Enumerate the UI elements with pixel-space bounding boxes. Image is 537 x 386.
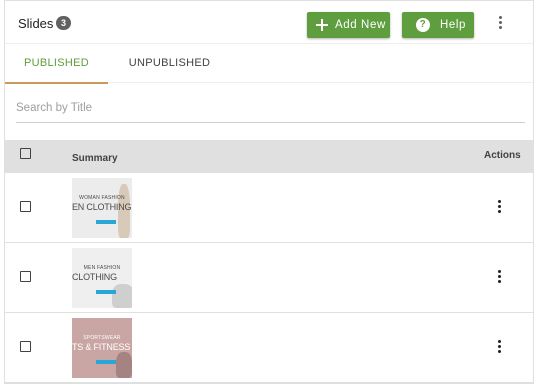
thumbnail-title: TS & FITNESS [72,342,131,352]
thumbnail-title: CLOTHING [72,272,117,282]
thumbnail-cta-button [96,360,116,364]
column-header-actions: Actions [484,150,521,161]
add-new-label: Add New [335,19,386,31]
table-row: SPORTSWEAR TS & FITNESS [5,313,533,383]
help-circle-icon: ? [416,18,430,32]
column-header-summary: Summary [72,153,118,164]
slide-thumbnail[interactable]: SPORTSWEAR TS & FITNESS [72,318,132,378]
search-by-title-input[interactable] [16,93,525,123]
thumbnail-cta-button [96,290,116,294]
add-new-button[interactable]: Add New [307,12,390,38]
slides-panel: Slides 3 Add New ? Help PUBLISHED UNPUBL… [4,0,534,384]
thumbnail-model-figure [116,352,132,378]
thumbnail-model-figure [112,284,132,308]
table-row: MEN FASHION CLOTHING [5,243,533,313]
plus-icon [316,19,328,31]
panel-header: Slides 3 Add New ? Help [5,1,533,43]
thumbnail-cta-button [96,220,116,224]
select-all-checkbox[interactable] [20,148,31,159]
row-checkbox[interactable] [20,271,31,282]
slide-thumbnail[interactable]: WOMAN FASHION EN CLOTHING [72,178,132,238]
tab-published[interactable]: PUBLISHED [5,44,108,84]
thumbnail-subtitle: MEN FASHION [83,265,121,271]
row-more-vertical-icon[interactable] [498,340,502,354]
slide-count-badge: 3 [56,16,71,30]
slide-thumbnail[interactable]: MEN FASHION CLOTHING [72,248,132,308]
row-checkbox[interactable] [20,341,31,352]
help-button[interactable]: ? Help [402,12,474,38]
page-title: Slides [18,16,54,31]
thumbnail-subtitle: WOMAN FASHION [79,195,125,201]
thumbnail-subtitle: SPORTSWEAR [83,335,121,341]
header-more-vertical-icon[interactable] [499,16,503,30]
table-header: Summary Actions [5,140,533,173]
help-label: Help [440,19,467,31]
row-checkbox[interactable] [20,201,31,212]
row-more-vertical-icon[interactable] [498,270,502,284]
tab-bar: PUBLISHED UNPUBLISHED [5,43,533,84]
row-more-vertical-icon[interactable] [498,200,502,214]
table-row: WOMAN FASHION EN CLOTHING [5,173,533,243]
thumbnail-title: EN CLOTHING [72,202,132,212]
tab-unpublished[interactable]: UNPUBLISHED [118,44,221,83]
